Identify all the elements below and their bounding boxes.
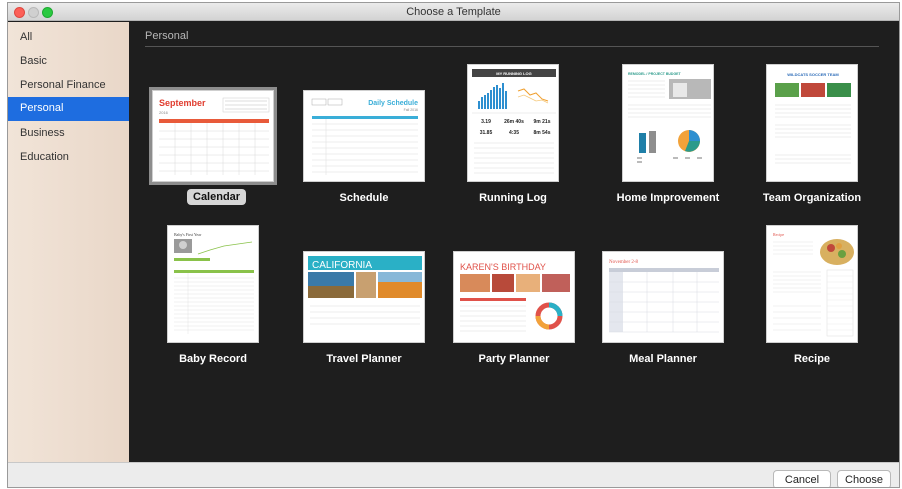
template-running-log-thumbnail[interactable]: MY RUNNING LOG 3.19 26m 40s 9m 21s 31.85 [467,64,559,182]
sidebar-item-business[interactable]: Business [8,122,129,146]
running-log-stat-1: 3.19 [481,119,491,125]
meal-planner-heading: November 2-8 [609,260,639,265]
team-organization-heading: WILDCATS SOCCER TEAM [787,72,839,77]
running-log-stat-4: 31.85 [480,130,493,136]
template-baby-record-label[interactable]: Baby Record [148,353,278,365]
template-home-improvement-label[interactable]: Home Improvement [603,192,733,204]
travel-planner-heading: CALIFORNIA [312,260,372,271]
template-schedule-thumbnail[interactable]: Daily Schedule Fall 2016 [303,90,425,182]
title-bar: Choose a Template [8,3,899,21]
template-schedule-label[interactable]: Schedule [299,192,429,204]
running-log-stat-6: 8m 54s [534,130,551,136]
sidebar-item-education[interactable]: Education [8,146,129,170]
template-calendar-thumbnail[interactable]: September 2016 [149,87,277,185]
schedule-date-text: Fall 2016 [404,108,418,112]
template-running-log-label[interactable]: Running Log [448,192,578,204]
running-log-stat-5: 4:35 [509,130,519,136]
template-calendar-label[interactable]: Calendar [187,189,247,205]
bottom-bar: Cancel Choose [8,462,899,487]
calendar-month-text: September [159,98,206,108]
template-party-planner-label[interactable]: Party Planner [449,353,579,365]
section-divider [145,46,879,47]
running-log-heading: MY RUNNING LOG [496,71,531,76]
window-title: Choose a Template [406,6,501,18]
template-meal-planner-thumbnail[interactable]: November 2-8 [602,251,724,343]
sidebar-item-personal-finance[interactable]: Personal Finance [8,74,129,98]
baby-record-heading: Baby's First Year [174,232,202,237]
category-sidebar: All Basic Personal Finance Personal Busi… [8,22,129,462]
template-chooser-window: Choose a Template All Basic Personal Fin… [7,2,900,488]
template-team-organization-label[interactable]: Team Organization [747,192,877,204]
schedule-heading-text: Daily Schedule [368,100,418,107]
choose-button[interactable]: Choose [837,470,891,487]
calendar-year-text: 2016 [159,110,169,115]
recipe-heading: Recipe [773,232,784,237]
template-home-improvement-thumbnail[interactable]: REMODEL / PROJECT BUDGET [622,64,714,182]
sidebar-item-all[interactable]: All [8,26,129,50]
template-travel-planner-thumbnail[interactable]: CALIFORNIA [303,251,425,343]
template-gallery: Personal September 2016 Calendar Daily S… [129,22,899,462]
running-log-stat-2: 26m 40s [504,119,524,125]
home-improvement-heading: REMODEL / PROJECT BUDGET [628,72,681,76]
running-log-stat-3: 9m 21s [534,119,551,125]
template-recipe-thumbnail[interactable]: Recipe [766,225,858,343]
template-baby-record-thumbnail[interactable]: Baby's First Year [167,225,259,343]
sidebar-item-personal[interactable]: Personal [8,97,129,121]
template-meal-planner-label[interactable]: Meal Planner [598,353,728,365]
template-recipe-label[interactable]: Recipe [747,353,877,365]
party-planner-heading: KAREN'S BIRTHDAY [460,262,546,272]
template-travel-planner-label[interactable]: Travel Planner [299,353,429,365]
sidebar-item-basic[interactable]: Basic [8,50,129,74]
cancel-button[interactable]: Cancel [773,470,831,487]
template-team-organization-thumbnail[interactable]: WILDCATS SOCCER TEAM [766,64,858,182]
section-title: Personal [145,30,189,42]
template-party-planner-thumbnail[interactable]: KAREN'S BIRTHDAY [453,251,575,343]
